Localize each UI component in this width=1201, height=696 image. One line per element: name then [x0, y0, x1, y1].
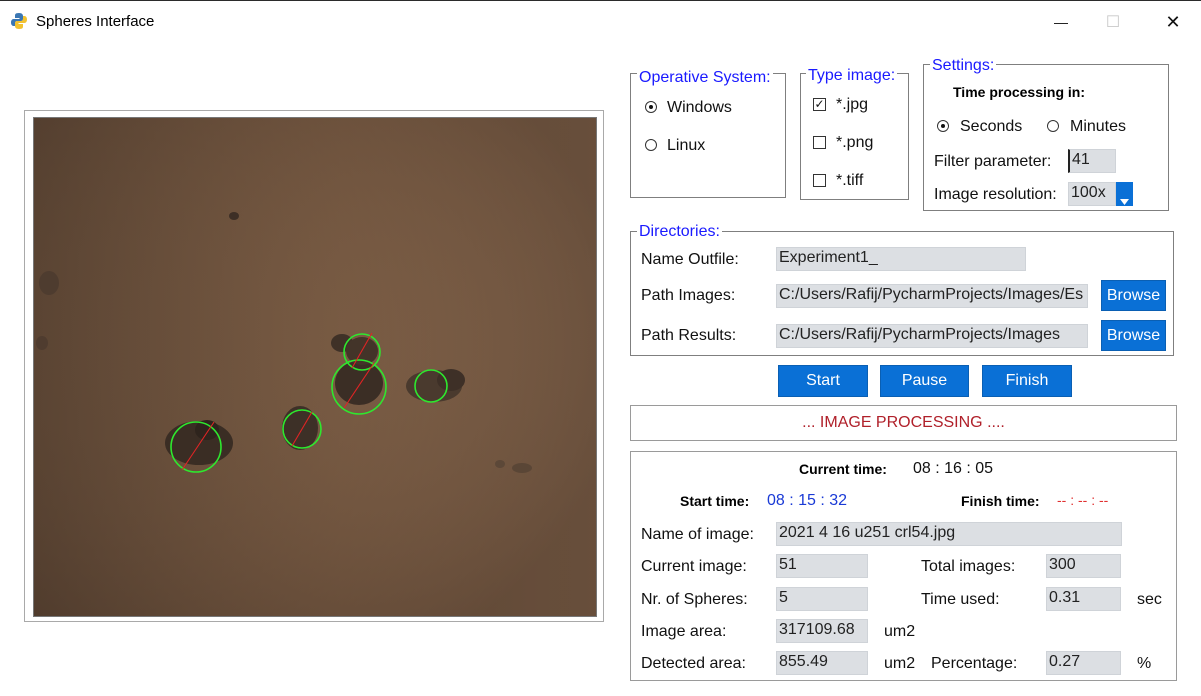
outfile-label: Name Outfile:	[641, 251, 739, 268]
percentage-label: Percentage:	[931, 655, 1018, 672]
path-results-input[interactable]: C:/Users/Rafij/PycharmProjects/Images	[776, 324, 1088, 348]
spheres-field: 5	[776, 587, 868, 611]
tiff-checkbox[interactable]	[813, 174, 826, 187]
total-images-field: 300	[1046, 554, 1121, 578]
time-used-field: 0.31	[1046, 587, 1121, 611]
time-used-label: Time used:	[921, 591, 1000, 608]
sec-unit: sec	[1137, 591, 1162, 608]
filter-parameter-input[interactable]: 41	[1068, 149, 1116, 173]
finish-time-label: Finish time:	[961, 493, 1040, 509]
processed-image	[33, 117, 597, 617]
path-images-input[interactable]: C:/Users/Rafij/PycharmProjects/Images/Es	[776, 284, 1088, 308]
python-app-icon	[11, 13, 27, 29]
spheres-label: Nr. of Spheres:	[641, 591, 748, 608]
current-time-value: 08 : 16 : 05	[913, 460, 994, 477]
close-button[interactable]: ✕	[1150, 7, 1196, 37]
image-area-field: 317109.68	[776, 619, 868, 643]
tiff-checkbox-label: *.tiff	[836, 172, 864, 189]
window-title: Spheres Interface	[36, 13, 155, 30]
os-group-legend: Operative System:	[637, 69, 773, 87]
start-time-label: Start time:	[680, 493, 750, 509]
start-button[interactable]: Start	[778, 365, 868, 397]
seconds-radio[interactable]	[937, 120, 949, 132]
status-box: ... IMAGE PROCESSING ....	[630, 405, 1177, 441]
minimize-button[interactable]: —	[1038, 7, 1084, 37]
linux-radio[interactable]	[645, 139, 657, 151]
percent-unit: %	[1137, 655, 1152, 672]
current-time-label: Current time:	[799, 461, 887, 477]
windows-radio[interactable]	[645, 101, 657, 113]
finish-time-value: -- : -- : --	[1057, 492, 1109, 508]
browse-images-button[interactable]: Browse	[1101, 280, 1166, 311]
filter-parameter-label: Filter parameter:	[934, 153, 1052, 170]
jpg-checkbox[interactable]: ✓	[813, 98, 826, 111]
type-image-legend: Type image:	[806, 67, 898, 85]
minimize-icon: —	[1054, 14, 1068, 30]
settings-legend: Settings:	[930, 57, 997, 75]
title-bar: Spheres Interface — ☐ ✕	[0, 0, 1201, 41]
outfile-input[interactable]: Experiment1_	[776, 247, 1026, 271]
close-icon: ✕	[1165, 11, 1181, 32]
detected-area-label: Detected area:	[641, 655, 746, 672]
image-resolution-select[interactable]: 100x	[1068, 182, 1116, 206]
resolution-dropdown-button[interactable]	[1116, 182, 1133, 206]
minutes-radio[interactable]	[1047, 120, 1059, 132]
image-area-unit: um2	[884, 623, 916, 640]
png-checkbox[interactable]	[813, 136, 826, 149]
total-images-label: Total images:	[921, 558, 1016, 575]
maximize-icon: ☐	[1105, 14, 1121, 31]
jpg-checkbox-label: *.jpg	[836, 96, 869, 113]
pause-button[interactable]: Pause	[880, 365, 969, 397]
time-processing-heading: Time processing in:	[953, 84, 1085, 100]
image-area-label: Image area:	[641, 623, 727, 640]
chevron-down-icon	[1120, 199, 1129, 205]
image-name-label: Name of image:	[641, 526, 754, 543]
status-text: ... IMAGE PROCESSING ....	[802, 414, 1005, 431]
image-resolution-label: Image resolution:	[934, 186, 1057, 203]
microscope-image	[34, 118, 596, 616]
image-name-field: 2021 4 16 u251 crl54.jpg	[776, 522, 1122, 546]
minutes-radio-label: Minutes	[1070, 118, 1127, 135]
current-image-label: Current image:	[641, 558, 747, 575]
detected-area-unit: um2	[884, 655, 916, 672]
path-results-label: Path Results:	[641, 327, 737, 344]
os-group	[630, 73, 786, 198]
windows-radio-label: Windows	[667, 99, 732, 116]
linux-radio-label: Linux	[667, 137, 706, 154]
directories-legend: Directories:	[637, 223, 722, 241]
percentage-field: 0.27	[1046, 651, 1121, 675]
path-images-label: Path Images:	[641, 287, 736, 304]
seconds-radio-label: Seconds	[960, 118, 1023, 135]
current-image-field: 51	[776, 554, 868, 578]
png-checkbox-label: *.png	[836, 134, 874, 151]
start-time-value: 08 : 15 : 32	[767, 492, 848, 509]
finish-button[interactable]: Finish	[982, 365, 1072, 397]
maximize-button[interactable]: ☐	[1090, 7, 1136, 37]
detected-area-field: 855.49	[776, 651, 868, 675]
browse-results-button[interactable]: Browse	[1101, 320, 1166, 351]
